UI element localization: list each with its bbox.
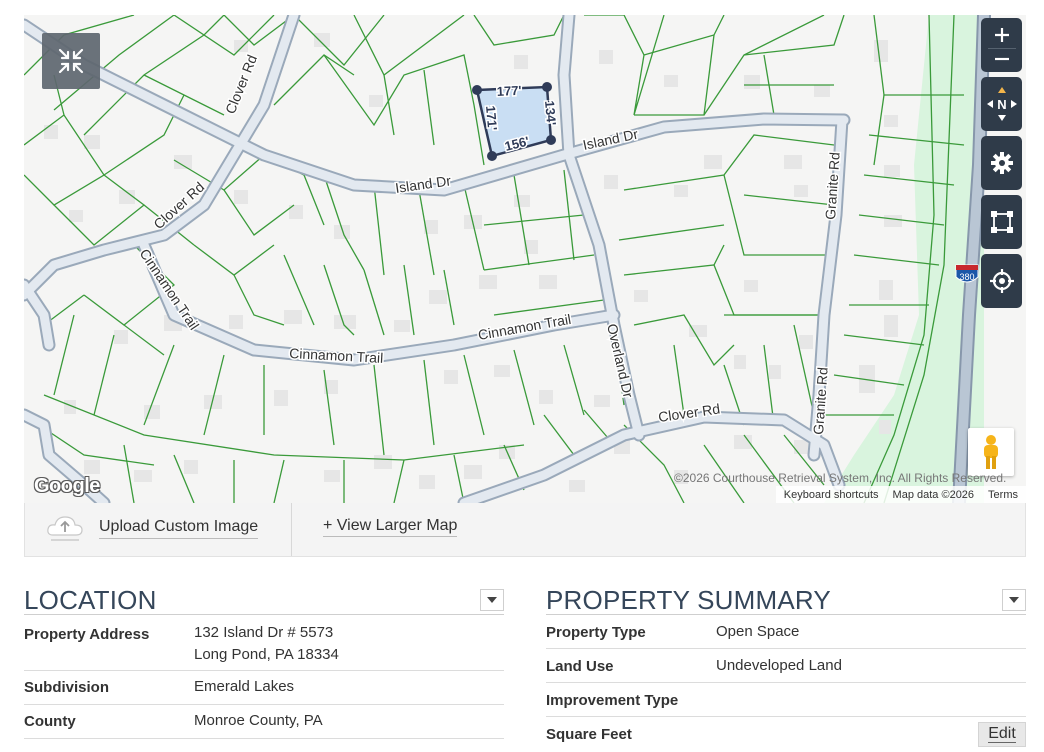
zoom-in-icon[interactable]	[992, 25, 1012, 45]
subdivision-row: Subdivision Emerald Lakes	[24, 671, 504, 705]
compass-control[interactable]: N	[981, 77, 1022, 131]
compass-icon: N	[986, 87, 1017, 121]
property-address-line1: 132 Island Dr # 5573	[194, 624, 334, 641]
cloud-upload-icon	[47, 516, 83, 541]
parcel-dimension-left: 171'	[483, 105, 500, 131]
view-larger-map-link[interactable]: + View Larger Map	[323, 517, 458, 537]
zoom-divider	[987, 47, 1016, 49]
property-type-row: Property Type Open Space	[546, 615, 1026, 649]
county-row: County Monroe County, PA	[24, 705, 504, 739]
map-data-text: Map data ©2026	[892, 488, 975, 501]
crosshair-icon	[989, 269, 1014, 293]
county-value: Monroe County, PA	[194, 712, 323, 729]
bar-divider	[291, 503, 292, 556]
terms-link[interactable]: Terms	[988, 489, 1018, 501]
interstate-label: 380	[959, 272, 974, 282]
pegman-icon	[984, 435, 998, 469]
location-collapse-button[interactable]	[480, 589, 504, 611]
google-logo: Google	[34, 475, 100, 497]
street-label: Clover Rd	[222, 52, 260, 116]
street-view-pegman[interactable]	[968, 428, 1014, 476]
parcel-dimension-top: 177'	[496, 83, 522, 99]
location-title: LOCATION	[24, 585, 157, 615]
location-section: LOCATION Property Address 132 Island Dr …	[24, 582, 504, 739]
gear-icon	[990, 152, 1013, 174]
land-use-row: Land Use Undeveloped Land	[546, 649, 1026, 683]
settings-button[interactable]	[981, 136, 1022, 190]
street-label: Granite Rd	[810, 367, 831, 436]
improvement-type-row: Improvement Type	[546, 683, 1026, 717]
zoom-out-icon[interactable]	[992, 52, 1012, 66]
view-larger-map-label[interactable]: + View Larger Map	[323, 517, 458, 537]
zoom-controls	[981, 18, 1022, 72]
parcel-map[interactable]: 380 Island Dr Island Dr Clover Rd Clover…	[24, 15, 1026, 503]
land-use-value: Undeveloped Land	[716, 657, 842, 674]
compass-label: N	[997, 97, 1006, 112]
select-area-icon	[990, 211, 1013, 233]
street-label: Overland Dr	[604, 322, 637, 399]
edit-label: Edit	[988, 725, 1016, 743]
upload-custom-image-button[interactable]: Upload Custom Image	[45, 513, 259, 543]
street-label: Cinnamon Trail	[477, 311, 573, 343]
collapse-map-button[interactable]	[42, 33, 100, 89]
keyboard-shortcuts-link[interactable]: Keyboard shortcuts	[784, 489, 879, 501]
property-address-label: Property Address	[24, 626, 150, 643]
property-summary-collapse-button[interactable]	[1002, 589, 1026, 611]
land-use-label: Land Use	[546, 658, 614, 675]
improvement-type-label: Improvement Type	[546, 692, 679, 709]
property-type-label: Property Type	[546, 624, 646, 641]
collapse-arrows-icon	[58, 48, 84, 74]
parcel-dimension-right: 134'	[542, 100, 559, 126]
caret-down-icon	[1009, 597, 1019, 603]
subdivision-label: Subdivision	[24, 679, 110, 696]
interstate-shield-icon: 380	[955, 264, 979, 283]
locate-button[interactable]	[981, 254, 1022, 308]
property-summary-header: PROPERTY SUMMARY	[546, 582, 1026, 615]
county-label: County	[24, 713, 76, 730]
caret-down-icon	[487, 597, 497, 603]
draw-area-button[interactable]	[981, 195, 1022, 249]
location-header: LOCATION	[24, 582, 504, 615]
subdivision-value: Emerald Lakes	[194, 678, 295, 695]
square-feet-row: Square Feet Edit	[546, 717, 1026, 751]
map-action-bar: Upload Custom Image + View Larger Map	[24, 503, 1026, 557]
street-label: Island Dr	[581, 126, 639, 153]
map-attribution: Keyboard shortcuts Map data ©2026 Terms	[775, 486, 1026, 503]
property-address-line2: Long Pond, PA 18334	[194, 646, 339, 663]
upload-custom-image-label[interactable]: Upload Custom Image	[99, 518, 259, 539]
map-copyright: ©2026 Courthouse Retrieval System, Inc. …	[674, 471, 1007, 485]
square-feet-label: Square Feet	[546, 726, 632, 743]
map-canvas[interactable]: 380 Island Dr Island Dr Clover Rd Clover…	[24, 15, 1026, 503]
property-summary-title: PROPERTY SUMMARY	[546, 585, 831, 615]
street-label: Cinnamon Trail	[289, 345, 384, 366]
property-address-row: Property Address 132 Island Dr # 5573 Lo…	[24, 615, 504, 671]
edit-square-feet-button[interactable]: Edit	[978, 722, 1026, 747]
property-summary-section: PROPERTY SUMMARY Property Type Open Spac…	[546, 582, 1026, 751]
property-type-value: Open Space	[716, 623, 800, 640]
